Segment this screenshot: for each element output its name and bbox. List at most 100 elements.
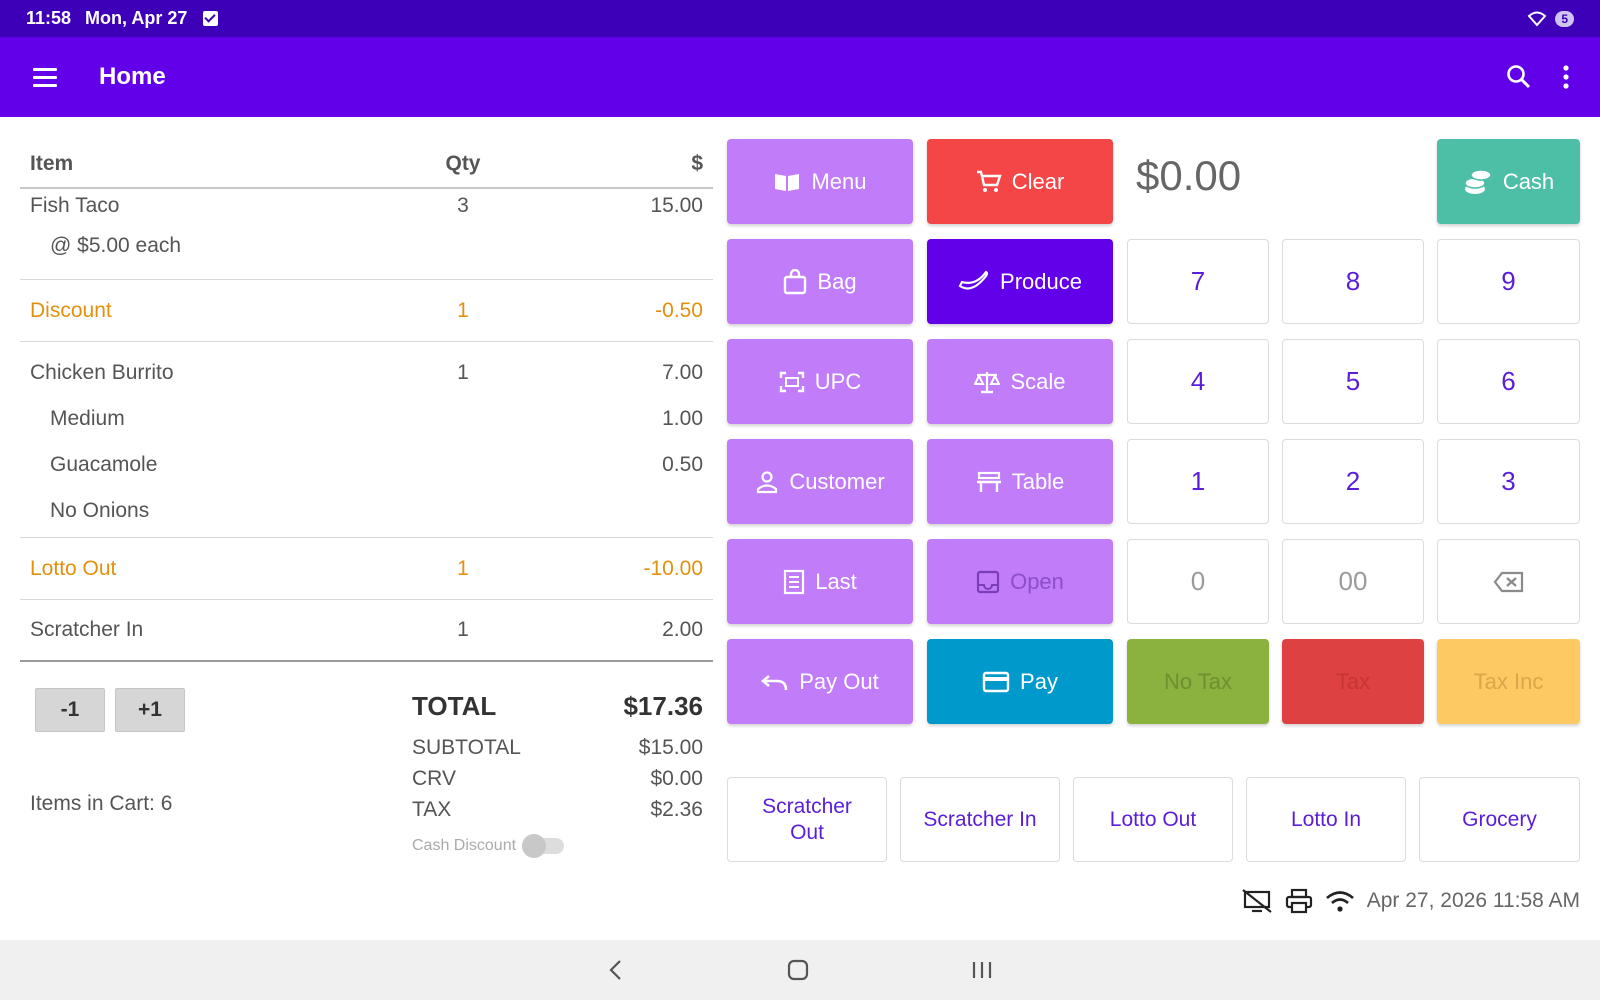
home-icon[interactable] [786, 958, 810, 982]
table-icon [976, 471, 1002, 493]
crv-row: CRV $0.00 [412, 763, 703, 794]
key-6[interactable]: 6 [1437, 339, 1580, 424]
app-bar: Home [0, 37, 1600, 117]
crv-label: CRV [412, 766, 456, 790]
cart-subline: Guacamole 0.50 [20, 442, 713, 488]
cart-line[interactable]: Chicken Burrito 1 7.00 [20, 350, 713, 396]
line-amount: 1.00 [662, 407, 703, 430]
line-amount: 7.00 [662, 361, 703, 384]
cash-button-label: Cash [1502, 168, 1555, 194]
backspace-button[interactable] [1437, 539, 1580, 624]
pay-out-button[interactable]: Pay Out [727, 639, 913, 724]
pay-button-label: Pay [1020, 668, 1058, 694]
search-icon[interactable] [1506, 64, 1532, 90]
last-button[interactable]: Last [727, 539, 913, 624]
tax-button[interactable]: Tax [1282, 639, 1424, 724]
hamburger-menu-icon[interactable] [33, 67, 57, 87]
key-2[interactable]: 2 [1282, 439, 1424, 524]
line-name: Scratcher In [30, 618, 144, 641]
bag-button-label: Bag [817, 268, 857, 294]
key-0[interactable]: 0 [1127, 539, 1269, 624]
scale-button[interactable]: Scale [927, 339, 1113, 424]
tax-label: TAX [412, 797, 452, 821]
wifi-icon[interactable] [1325, 889, 1355, 913]
cart-line-group[interactable]: Fish Taco 3 15.00 @ $5.00 each [20, 189, 713, 280]
produce-button[interactable]: Produce [927, 239, 1113, 324]
key-7[interactable]: 7 [1127, 239, 1269, 324]
key-3[interactable]: 3 [1437, 439, 1580, 524]
printer-icon[interactable] [1285, 888, 1313, 914]
cart-line-group[interactable]: Scratcher In 1 2.00 [20, 600, 713, 662]
items-in-cart: Items in Cart: 6 [30, 792, 173, 815]
decrement-button[interactable]: -1 [35, 688, 105, 732]
table-button[interactable]: Table [927, 439, 1113, 524]
footer-status: Apr 27, 2026 11:58 AM [1241, 888, 1580, 914]
scale-button-label: Scale [1010, 368, 1066, 394]
line-qty: 1 [457, 618, 469, 641]
produce-button-label: Produce [1000, 268, 1082, 294]
key-1[interactable]: 1 [1127, 439, 1269, 524]
key-5[interactable]: 5 [1282, 339, 1424, 424]
lotto-in-button[interactable]: Lotto In [1246, 777, 1406, 862]
menu-button[interactable]: Menu [727, 139, 913, 224]
last-button-label: Last [815, 568, 857, 594]
cart-line[interactable]: Lotto Out 1 -10.00 [20, 546, 713, 592]
key-9[interactable]: 9 [1437, 239, 1580, 324]
tax-inc-button[interactable]: Tax Inc [1437, 639, 1580, 724]
credit-card-icon [982, 671, 1010, 693]
cart-line[interactable]: Scratcher In 1 2.00 [20, 607, 713, 653]
increment-button[interactable]: +1 [115, 688, 185, 732]
customer-button-label: Customer [789, 468, 885, 494]
overflow-menu-icon[interactable] [1562, 64, 1570, 90]
cash-button[interactable]: Cash [1437, 139, 1580, 224]
footer-datetime: Apr 27, 2026 11:58 AM [1366, 889, 1580, 912]
customer-button[interactable]: Customer [727, 439, 913, 524]
pay-button[interactable]: Pay [927, 639, 1113, 724]
person-icon [755, 470, 779, 494]
display-off-icon[interactable] [1241, 888, 1273, 914]
backspace-icon [1493, 571, 1523, 592]
bag-button[interactable]: Bag [727, 239, 913, 324]
key-00[interactable]: 00 [1282, 539, 1424, 624]
line-name: Medium [50, 407, 125, 430]
cash-discount-toggle[interactable] [522, 834, 565, 858]
grocery-button[interactable]: Grocery [1419, 777, 1580, 862]
tax-value: $2.36 [650, 797, 703, 821]
cart-line[interactable]: Fish Taco 3 15.00 [20, 189, 713, 223]
line-amount: 15.00 [650, 194, 703, 217]
line-qty: 1 [457, 556, 469, 580]
open-button[interactable]: Open [927, 539, 1113, 624]
barcode-scan-icon [779, 371, 805, 393]
cart-line-group[interactable]: Lotto Out 1 -10.00 [20, 538, 713, 600]
subtotal-label: SUBTOTAL [412, 735, 521, 759]
scratcher-in-button[interactable]: Scratcher In [900, 777, 1060, 862]
cart-panel: Item Qty $ Fish Taco 3 15.00 @ $5.00 eac… [20, 140, 713, 662]
lotto-out-button[interactable]: Lotto Out [1073, 777, 1233, 862]
wifi-status-icon [1527, 11, 1547, 27]
pay-out-button-label: Pay Out [799, 668, 879, 694]
line-amount: 2.00 [662, 618, 703, 641]
receipt-icon [783, 569, 805, 595]
recents-icon[interactable] [970, 958, 994, 982]
drawer-icon [976, 570, 1000, 594]
page-title: Home [99, 63, 166, 90]
cart-line-group[interactable]: Chicken Burrito 1 7.00 Medium 1.00 Guaca… [20, 342, 713, 538]
battery-icon: 5 [1555, 10, 1574, 27]
clear-button[interactable]: Clear [927, 139, 1113, 224]
subtotal-row: SUBTOTAL $15.00 [412, 732, 703, 763]
banana-icon [958, 270, 990, 294]
clear-button-label: Clear [1011, 168, 1065, 194]
line-name: No Onions [50, 499, 150, 522]
key-4[interactable]: 4 [1127, 339, 1269, 424]
status-bar: 11:58 Mon, Apr 27 5 [0, 0, 1600, 37]
scratcher-out-button[interactable]: Scratcher Out [727, 777, 887, 862]
total-row: TOTAL $17.36 [412, 680, 703, 732]
upc-button[interactable]: UPC [727, 339, 913, 424]
cart-line[interactable]: Discount 1 -0.50 [20, 288, 713, 334]
key-8[interactable]: 8 [1282, 239, 1424, 324]
cart-line-group[interactable]: Discount 1 -0.50 [20, 280, 713, 342]
back-icon[interactable] [606, 958, 626, 982]
tax-row: TAX $2.36 [412, 794, 703, 825]
no-tax-button[interactable]: No Tax [1127, 639, 1269, 724]
menu-button-label: Menu [811, 168, 867, 194]
